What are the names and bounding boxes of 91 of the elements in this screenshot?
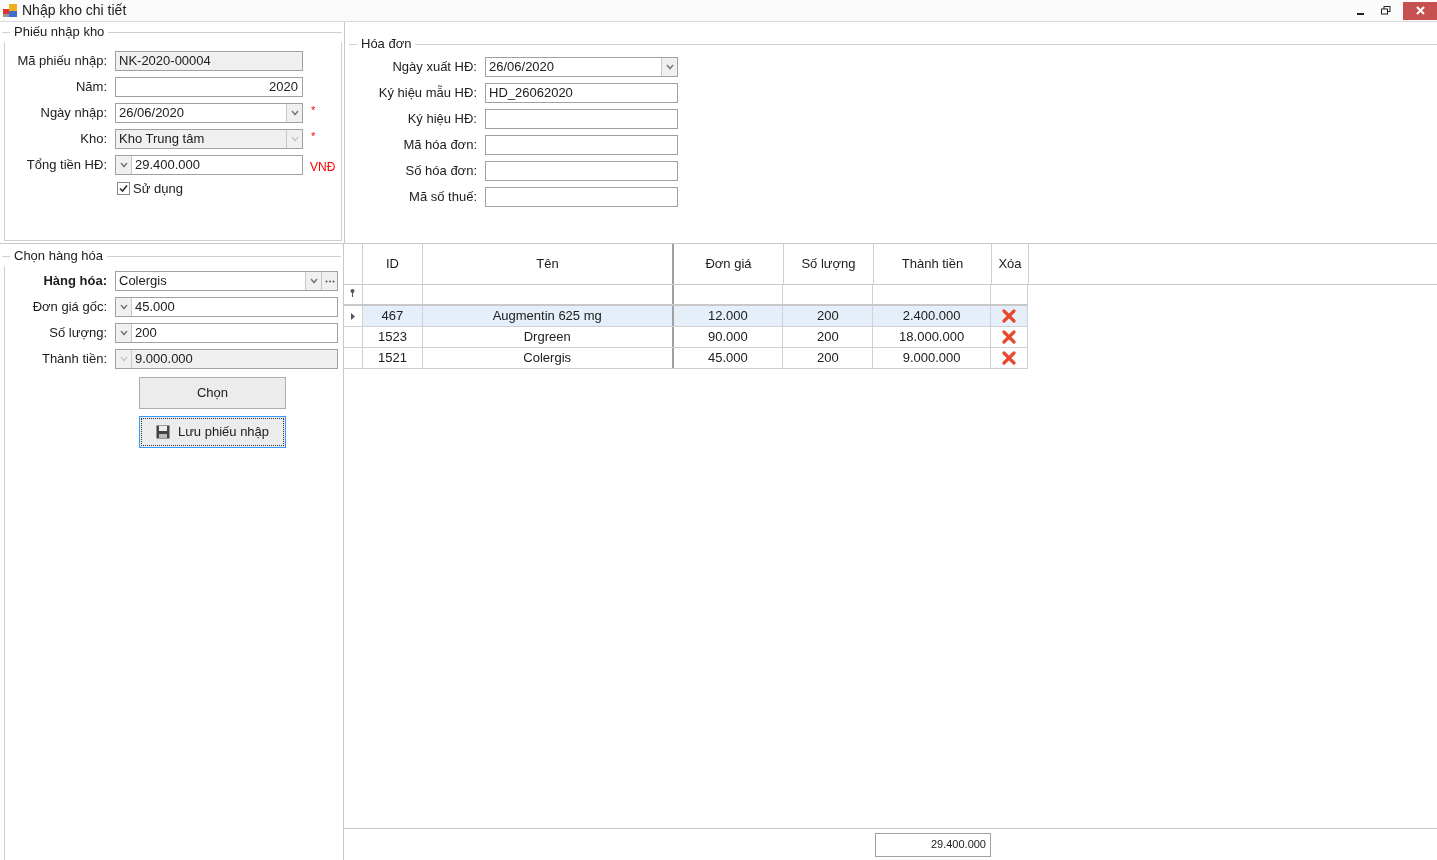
checkbox-label: Sử dụng [133, 180, 183, 198]
select-button[interactable]: Chọn [139, 377, 286, 409]
ellipsis-icon[interactable] [324, 279, 335, 283]
table-cell: 1521 [362, 348, 423, 368]
table-cell: 2.400.000 [873, 306, 992, 326]
field-label: Kho: [80, 130, 107, 149]
field-label: Mã phiếu nhập: [17, 52, 107, 71]
input-field[interactable] [485, 135, 678, 155]
table-cell: 45.000 [673, 348, 784, 368]
spin-field[interactable]: 200 [115, 323, 338, 343]
checkbox[interactable] [117, 182, 130, 196]
table-cell: 9.000.000 [873, 348, 992, 368]
chevron-down-icon [119, 356, 128, 362]
field-value: 2020 [269, 78, 298, 97]
column-header[interactable]: Số lượng [784, 244, 874, 284]
table-cell: 200 [783, 327, 874, 347]
chevron-down-icon [119, 304, 128, 310]
column-header[interactable]: Thành tiền [874, 244, 992, 284]
close-button[interactable] [1403, 1, 1437, 20]
table-cell: 1523 [362, 327, 423, 347]
total-field: 29.400.000 [875, 832, 991, 857]
field-label: Ngày xuất HĐ: [392, 58, 477, 77]
field-label: Ngày nhập: [40, 104, 107, 123]
input-field[interactable] [485, 187, 678, 207]
field-label: Hàng hóa: [43, 272, 107, 291]
currency-label: VNĐ [310, 159, 336, 176]
app-icon [3, 3, 18, 18]
delete-icon[interactable] [1002, 351, 1016, 365]
column-header[interactable]: Xóa [992, 244, 1029, 284]
window-title: Nhập kho chi tiết [22, 1, 127, 20]
group-title: Hóa đơn [360, 35, 413, 54]
delete-icon[interactable] [1002, 309, 1016, 323]
field-label: Mã số thuế: [409, 188, 477, 207]
field-label: Ký hiệu mẫu HĐ: [378, 84, 477, 103]
spin-field[interactable]: 45.000 [115, 297, 338, 317]
field-value: 29.400.000 [135, 157, 201, 173]
delete-icon[interactable] [1002, 330, 1016, 344]
close-icon [1415, 6, 1425, 15]
field-value: 9.000.000 [135, 351, 193, 367]
chevron-down-icon [290, 136, 299, 142]
chevron-down-icon [665, 64, 674, 70]
field-value: 200 [135, 325, 157, 341]
field-value: NK-2020-00004 [119, 52, 211, 71]
column-header[interactable]: ID [363, 244, 423, 284]
required-mark: * [311, 129, 316, 144]
dropdown[interactable]: Colergis [115, 271, 338, 291]
field-label: Ký hiệu HĐ: [407, 110, 477, 129]
column-header[interactable]: Đơn giá [674, 244, 784, 284]
date-picker[interactable]: 26/06/2020 [485, 57, 678, 77]
field-value: HD_26062020 [489, 84, 573, 103]
input-field[interactable]: HD_26062020 [485, 83, 678, 103]
group-title: Phiếu nhập kho [13, 23, 106, 42]
input-field[interactable] [485, 109, 678, 129]
table-cell: Drgreen [422, 327, 674, 347]
restore-icon [1381, 6, 1391, 15]
table-cell: 467 [362, 306, 423, 326]
table-cell: 12.000 [673, 306, 784, 326]
checkmark-icon [119, 184, 128, 194]
chevron-down-icon [119, 162, 128, 168]
field-label: Năm: [75, 78, 107, 97]
chevron-down-icon [309, 278, 318, 284]
field-label: Thành tiền: [41, 350, 107, 369]
field-label: Mã hóa đơn: [403, 136, 477, 155]
required-mark: * [311, 103, 316, 118]
field-value: Colergis [119, 273, 167, 289]
chevron-down-icon [119, 330, 128, 336]
table-cell: 200 [783, 348, 874, 368]
spin-field[interactable]: 29.400.000 [115, 155, 303, 175]
field-value: 45.000 [135, 299, 175, 315]
input-field[interactable]: NK-2020-00004 [115, 51, 303, 71]
input-field[interactable] [485, 161, 678, 181]
date-picker[interactable]: 26/06/2020 [115, 103, 303, 123]
field-label: Số hóa đơn: [405, 162, 477, 181]
table-cell: Augmentin 625 mg [422, 306, 674, 326]
field-label: Số lượng: [49, 324, 107, 343]
field-value: 26/06/2020 [489, 59, 555, 75]
save-button[interactable]: Lưu phiếu nhập [139, 416, 286, 448]
field-value: 26/06/2020 [119, 105, 185, 121]
chevron-down-icon [290, 110, 299, 116]
table-cell: 90.000 [673, 327, 784, 347]
table-cell: Colergis [422, 348, 674, 368]
filter-pin-icon [350, 289, 356, 297]
field-label: Đơn giá gốc: [32, 298, 107, 317]
group-title: Chọn hàng hóa [13, 247, 104, 266]
table-cell: 18.000.000 [873, 327, 992, 347]
column-header[interactable]: Tên [423, 244, 674, 284]
field-value: Kho Trung tâm [119, 131, 205, 147]
input-field[interactable]: 2020 [115, 77, 303, 97]
field-label: Tổng tiền HĐ: [26, 156, 107, 175]
table-cell: 200 [783, 306, 874, 326]
minimize-icon [1356, 12, 1364, 15]
